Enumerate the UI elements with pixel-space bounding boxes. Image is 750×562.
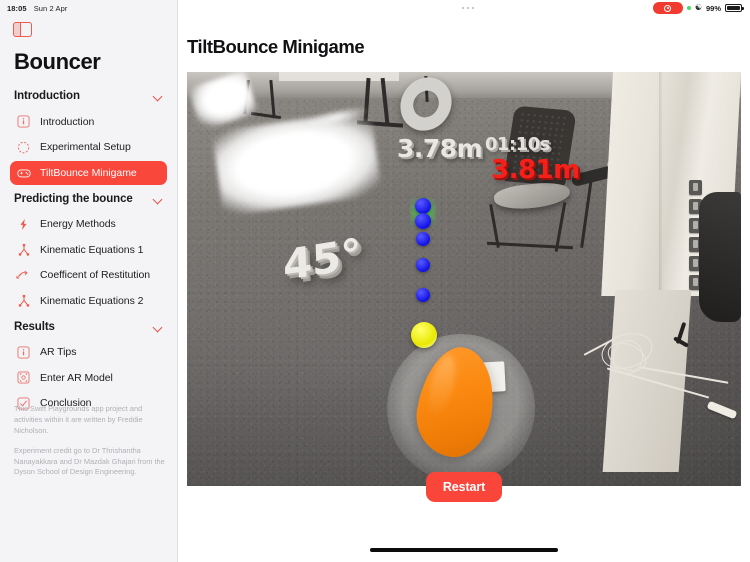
dashed-circle-icon [16,140,31,155]
arrow-bounce-icon [16,268,31,283]
sidebar-item-label: Experimental Setup [40,141,131,153]
sidebar-item-label: AR Tips [40,346,77,358]
sidebar-item-label: Energy Methods [40,218,116,230]
page-title: TiltBounce Minigame [187,36,365,57]
ar-camera-view[interactable]: 3.78m 01:10s 3.81m 45° [187,72,741,486]
home-indicator[interactable] [178,548,750,552]
main-content: ☯ 99% TiltBounce Minigame 3.78m 01:10s 3… [178,0,750,562]
sidebar-item-coefficent-of-restitution[interactable]: Coefficent of Restitution [10,263,167,287]
sidebar-item-label: TiltBounce Minigame [40,166,137,179]
battery-icon [725,3,744,13]
app-title: Bouncer [14,49,101,74]
trajectory-dot [415,213,431,229]
distance-label: 3.78m [397,134,483,163]
status-date: Sun 2 Apr [33,3,68,13]
sidebar-item-label: Enter AR Model [40,371,113,384]
bolt-icon [16,217,31,232]
point-topleft-down-curvedto-point-icon [16,293,31,308]
sidebar-item-label: Coefficent of Restitution [40,269,151,281]
status-indicators: ☯ 99% [652,0,744,16]
sidebar: 18:05 Sun 2 Apr Bouncer Introduction Int… [0,0,178,562]
sidebar-section-introduction[interactable]: Introduction [0,84,177,108]
section-label: Introduction [14,90,80,102]
gamecontroller-icon [16,165,31,180]
ipad-screen: 18:05 Sun 2 Apr Bouncer Introduction Int… [0,0,750,562]
info-square-icon [16,114,31,129]
restart-row: Restart [178,472,750,502]
sidebar-item-experimental-setup[interactable]: Experimental Setup [10,135,167,159]
trajectory-dot [416,288,430,302]
credit-paragraph: This Swift Playgrounds app project and a… [14,404,143,435]
sidebar-credits: This Swift Playgrounds app project and a… [14,404,165,478]
sidebar-status-bar: 18:05 Sun 2 Apr [0,0,177,16]
location-dot-icon [686,6,691,10]
trajectory-dot [416,258,430,272]
sidebar-item-label: Kinematic Equations 2 [40,294,144,307]
highlight-distance-label: 3.81m [491,155,580,185]
sidebar-item-tiltbounce-minigame[interactable]: TiltBounce Minigame [10,160,167,185]
trajectory-dot [416,232,430,246]
ball [411,322,437,348]
battery-percent: 99% [705,3,721,13]
trajectory-dot [415,198,431,214]
dark-object [699,192,741,322]
main-status-bar: ☯ 99% [178,0,750,16]
ellipsis-icon[interactable] [461,6,475,10]
timer-label: 01:10s [485,134,551,155]
sidebar-item-kinematic-equations-1[interactable]: Kinematic Equations 1 [10,238,167,262]
chevron-down-icon[interactable] [153,322,163,332]
sidebar-item-enter-ar-model[interactable]: Enter AR Model [10,366,167,390]
chevron-down-icon[interactable] [153,194,163,204]
sidebar-section-results[interactable]: Results [0,315,177,339]
chevron-down-icon[interactable] [153,91,163,101]
sidebar-item-label: Introduction [40,115,95,128]
restart-button[interactable]: Restart [425,472,503,502]
sidebar-nav: Introduction Introduction Experimental S… [0,84,177,415]
sidebar-item-ar-tips[interactable]: AR Tips [10,340,167,364]
section-label: Predicting the bounce [14,192,133,205]
sidebar-item-kinematic-equations-2[interactable]: Kinematic Equations 2 [10,289,167,313]
sidebar-section-predicting-the-bounce[interactable]: Predicting the bounce [0,187,177,211]
sidebar-item-energy-methods[interactable]: Energy Methods [10,212,167,236]
credit-paragraph: Experiment credit go to Dr Thrishantha N… [14,445,165,477]
ar-scene: 3.78m 01:10s 3.81m 45° [187,72,741,486]
sidebar-item-introduction[interactable]: Introduction [10,110,167,134]
status-time: 18:05 [7,3,27,13]
sidebar-item-label: Kinematic Equations 1 [40,243,144,256]
sidebar-toggle-icon[interactable] [13,22,32,37]
point-topleft-down-curvedto-point-icon [16,242,31,257]
arkit-square-icon [16,370,31,385]
wifi-icon: ☯ [694,3,702,12]
info-square-icon [16,345,31,360]
screen-record-icon[interactable] [652,2,683,14]
section-label: Results [14,320,55,333]
pillar-edge [659,72,663,296]
